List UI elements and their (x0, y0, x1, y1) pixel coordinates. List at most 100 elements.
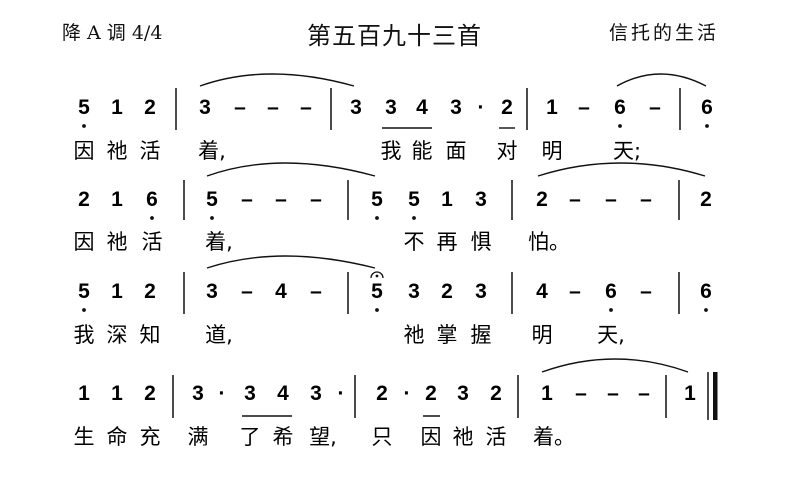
dot-mark: · (478, 96, 485, 119)
sustain-dash: – (241, 280, 253, 303)
note-digit: 5 (371, 280, 383, 303)
lyric-char: 命 (107, 425, 128, 449)
note-digit: 1 (78, 382, 90, 405)
note-digit: 2 (425, 382, 437, 405)
octave-dot-below (150, 216, 154, 220)
lyric-char: 深 (107, 323, 128, 347)
note-digit: 5 (408, 188, 420, 211)
lyric-char: 明 (542, 139, 563, 163)
lyric-char: 祂 (107, 230, 128, 254)
note-digit: 1 (541, 382, 553, 405)
note-digit: 3 (450, 96, 462, 119)
note-digit: 6 (701, 96, 713, 119)
lyric-char: 祂 (107, 139, 128, 163)
tie (616, 73, 707, 87)
lyric-char: 天; (613, 139, 641, 163)
sustain-dash: – (569, 280, 581, 303)
tie (206, 255, 376, 269)
sustain-dash: – (300, 96, 312, 119)
octave-dot-below (375, 216, 379, 220)
lyric-char: 着。 (533, 425, 575, 449)
lyric-char: 天, (597, 323, 625, 347)
lyric-char: 我 (381, 139, 402, 163)
note-digit: 6 (614, 96, 626, 119)
lyric-char: 握 (471, 323, 492, 347)
lyric-char: 对 (497, 139, 518, 163)
note-digit: 3 (310, 382, 322, 405)
lyric-char: 着, (205, 230, 233, 254)
lyric-char: 再 (437, 230, 458, 254)
lyric-char: 面 (446, 139, 467, 163)
lyric-char: 知 (140, 323, 161, 347)
sustain-dash: – (569, 188, 581, 211)
lyric-char: 生 (74, 425, 95, 449)
sustain-dash: – (275, 188, 287, 211)
lyric-char: 充 (140, 425, 161, 449)
note-digit: 2 (700, 188, 712, 211)
note-digit: 4 (536, 280, 548, 303)
dot-mark: · (338, 382, 345, 405)
lyric-char: 怕。 (528, 230, 570, 254)
lyric-char: 活 (140, 139, 161, 163)
note-digit: 4 (416, 96, 428, 119)
dot-mark: · (404, 382, 411, 405)
note-digit: 2 (144, 382, 156, 405)
lyric-char: 望, (309, 425, 337, 449)
note-digit: 2 (501, 96, 513, 119)
note-digit: 3 (475, 188, 487, 211)
lyric-char: 因 (74, 230, 95, 254)
lyric-char: 满 (188, 425, 209, 449)
bar-lines (172, 88, 709, 420)
fermata-dot (375, 274, 379, 278)
note-digit: 5 (206, 188, 218, 211)
note-digit: 1 (111, 382, 123, 405)
note-digit: 3 (192, 382, 204, 405)
note-digit: 1 (546, 96, 558, 119)
lyrics-layer: 因祂活着, 我能面对明天;因祂活着, 不再惧怕。我深知道, 祂掌握明天,生命充满了希望… (74, 139, 642, 449)
lyric-char: 我 (74, 323, 95, 347)
sustain-dash: – (607, 382, 619, 405)
sustain-dash: – (578, 96, 590, 119)
lyric-char: 着, (198, 139, 226, 163)
note-digit: 2 (144, 280, 156, 303)
lyric-char: 祂 (453, 425, 474, 449)
note-digit: 4 (277, 382, 289, 405)
lyric-char: 只 (372, 425, 393, 449)
sustain-dash: – (234, 96, 246, 119)
note-digit: 3 (244, 382, 256, 405)
sustain-dash: – (640, 280, 652, 303)
lyric-char: 掌 (437, 323, 458, 347)
sustain-dash: – (638, 382, 650, 405)
lyric-char: 明 (532, 323, 553, 347)
note-digit: 6 (700, 280, 712, 303)
lyric-char: 希 (273, 425, 294, 449)
lyric-char: 道, (205, 323, 233, 347)
tie (206, 162, 376, 177)
note-digit: 4 (275, 280, 287, 303)
note-digit: 1 (111, 280, 123, 303)
sustain-dash: – (310, 188, 322, 211)
tie (537, 162, 706, 177)
lyric-char: 因 (74, 139, 95, 163)
lyric-char: 惧 (471, 230, 492, 254)
lyric-char: 因 (421, 425, 442, 449)
final-bar-thick (713, 372, 718, 420)
dot-mark: · (219, 382, 226, 405)
note-digit: 2 (490, 382, 502, 405)
lyric-char: 不 (404, 230, 425, 254)
note-digit: 1 (111, 96, 123, 119)
octave-dot-below (82, 124, 86, 128)
note-digit: 2 (78, 188, 90, 211)
lyric-char: 能 (412, 139, 433, 163)
lyric-char: 活 (486, 425, 507, 449)
note-digit: 1 (684, 382, 696, 405)
note-digit: 5 (78, 96, 90, 119)
octave-dot-below (609, 308, 613, 312)
octave-dot-below (618, 124, 622, 128)
tie (541, 358, 689, 373)
sustain-dash: – (649, 96, 661, 119)
note-digit: 2 (536, 188, 548, 211)
sustain-dash: – (267, 96, 279, 119)
note-digit: 2 (376, 382, 388, 405)
note-digit: 3 (385, 96, 397, 119)
